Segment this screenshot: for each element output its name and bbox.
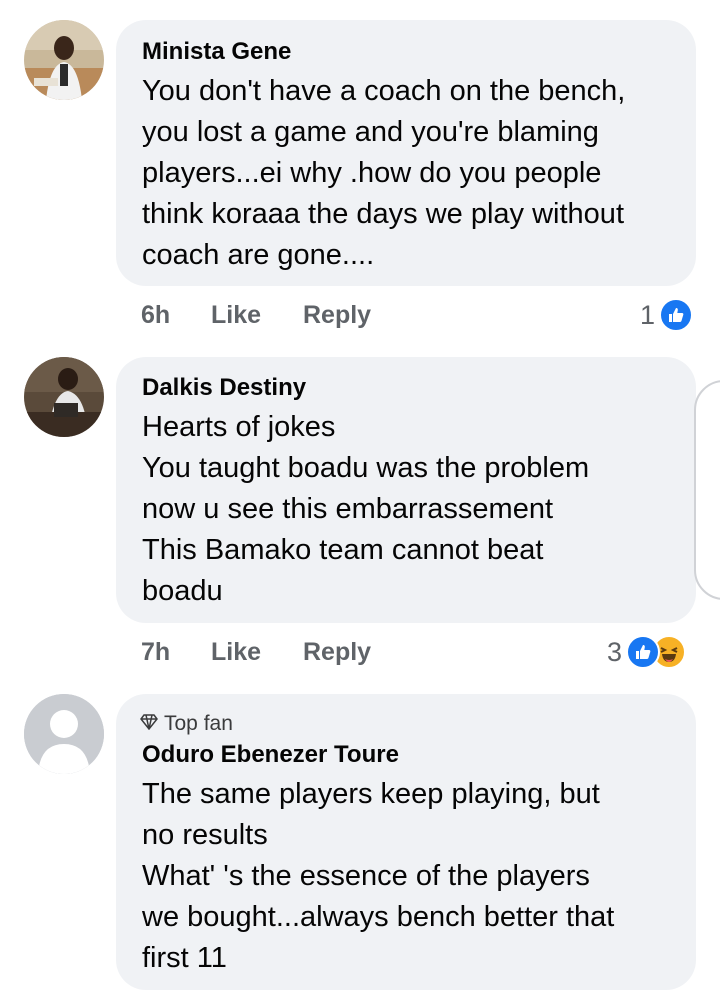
reaction-summary[interactable]: 1 [640, 298, 694, 332]
comment-bubble: Minista Gene You don't have a coach on t… [116, 20, 696, 286]
avatar-default[interactable] [24, 694, 104, 774]
comment-line: first 11 [142, 942, 227, 974]
top-fan-label: Top fan [164, 712, 233, 735]
avatar-dalkis-destiny[interactable] [24, 357, 104, 437]
comment-line: Hearts of jokes [142, 411, 336, 443]
comment-author[interactable]: Dalkis Destiny [142, 374, 306, 402]
comment-author[interactable]: Minista Gene [142, 38, 291, 66]
comment-line: The same players keep playing, but [142, 778, 600, 810]
comment-line: boadu [142, 575, 223, 607]
comment-line: You taught boadu was the problem [142, 452, 590, 484]
like-icon [659, 298, 694, 332]
reaction-count: 1 [640, 300, 656, 330]
comment-author[interactable]: Oduro Ebenezer Toure [142, 741, 399, 769]
comment-line: we bought...always bench better that [142, 901, 615, 933]
comment-line: coach are gone.... [142, 239, 375, 271]
comment-bubble: Top fan Oduro Ebenezer Toure The same pl… [116, 694, 696, 990]
comment-line: players...ei why .how do you people [142, 157, 602, 189]
reaction-count: 3 [607, 637, 623, 667]
reply-button[interactable]: Reply [303, 300, 371, 330]
comment-time[interactable]: 7h [141, 637, 170, 667]
avatar-minista-gene[interactable] [24, 20, 104, 100]
like-button[interactable]: Like [211, 300, 261, 330]
top-fan-badge: Top fan [140, 712, 233, 736]
comment-line: you lost a game and you're blaming [142, 116, 599, 148]
comment-line: no results [142, 819, 268, 851]
diamond-icon [140, 712, 158, 736]
like-icon [626, 635, 661, 669]
comment-line: What' 's the essence of the players [142, 860, 590, 892]
comment-line: think koraaa the days we play without [142, 198, 624, 230]
comment-bubble: Dalkis Destiny Hearts of jokes You taugh… [116, 357, 696, 623]
comment-line: This Bamako team cannot beat [142, 534, 544, 566]
comment-line: You don't have a coach on the bench, [142, 75, 626, 107]
reply-button[interactable]: Reply [303, 637, 371, 667]
comment-line: now u see this embarrassement [142, 493, 554, 525]
comment-time[interactable]: 6h [141, 300, 170, 330]
side-panel-edge [694, 380, 720, 600]
like-button[interactable]: Like [211, 637, 261, 667]
reaction-summary[interactable]: 3 [607, 635, 687, 669]
